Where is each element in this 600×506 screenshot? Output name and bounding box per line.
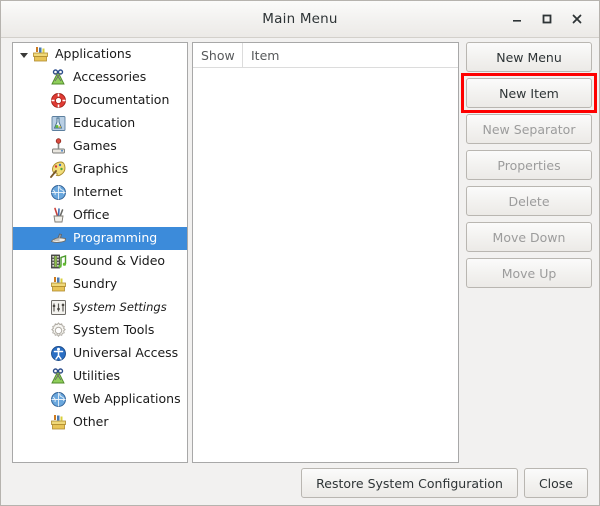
tree-item-web-applications[interactable]: Web Applications (13, 388, 187, 411)
pen-cup-icon (49, 207, 67, 225)
expander-open-icon[interactable] (17, 50, 31, 60)
palette-brush-icon (49, 161, 67, 179)
accessories-icon (49, 368, 67, 386)
item-list-body[interactable] (193, 68, 458, 462)
delete-button-slot: Delete (466, 186, 592, 216)
close-button[interactable] (563, 5, 591, 33)
lifebuoy-icon (49, 92, 67, 110)
tree-item-system-settings[interactable]: System Settings (13, 296, 187, 319)
tree-item-label: Sundry (73, 276, 118, 292)
new-separator-button-slot: New Separator (466, 114, 592, 144)
tree-item-applications[interactable]: Applications (13, 43, 187, 66)
action-button-column: New Menu New Item New Separator Properties D… (461, 42, 597, 294)
toolbox-icon (49, 276, 67, 294)
gear-icon (49, 322, 67, 340)
dialog-button-bar: Restore System Configuration Close (301, 468, 588, 498)
tree-item-label: Utilities (73, 368, 121, 384)
item-list-header: Show Item (193, 43, 458, 68)
tree-item-internet[interactable]: Internet (13, 181, 187, 204)
tree-item-label: Documentation (73, 92, 170, 108)
tree-item-label: Accessories (73, 69, 147, 85)
tree-item-label: Applications (55, 46, 132, 62)
sliders-icon (49, 299, 67, 317)
window-title: Main Menu (262, 11, 338, 27)
move-up-button: Move Up (466, 258, 592, 288)
tree-item-label: Other (73, 414, 109, 430)
tree-item-office[interactable]: Office (13, 204, 187, 227)
item-list-panel[interactable]: Show Item (192, 42, 459, 463)
accessibility-icon (49, 345, 67, 363)
tree-item-label: Universal Access (73, 345, 179, 361)
tree-item-label: Office (73, 207, 110, 223)
tree-item-label: Web Applications (73, 391, 181, 407)
column-header-item[interactable]: Item (243, 43, 458, 67)
flask-icon (49, 115, 67, 133)
window-controls (503, 1, 591, 37)
tree-item-label: Graphics (73, 161, 129, 177)
tree-item-other[interactable]: Other (13, 411, 187, 434)
properties-button: Properties (466, 150, 592, 180)
tree-item-sound-video[interactable]: Sound & Video (13, 250, 187, 273)
title-bar: Main Menu (1, 1, 599, 38)
window-body: Applications Accessories Documentation Educ… (1, 38, 599, 505)
close-dialog-button[interactable]: Close (523, 468, 588, 498)
tree-item-utilities[interactable]: Utilities (13, 365, 187, 388)
new-menu-button[interactable]: New Menu (466, 42, 592, 72)
tree-item-label: System Settings (73, 299, 167, 314)
tree-item-label: Programming (73, 230, 158, 246)
film-music-icon (49, 253, 67, 271)
move-down-button: Move Down (466, 222, 592, 252)
plane-tool-icon (49, 230, 67, 248)
new-item-button-slot: New Item (461, 73, 597, 113)
main-menu-window: Main Menu Applications Accessories Documen… (0, 0, 600, 506)
maximize-button[interactable] (533, 5, 561, 33)
tree-item-label: Sound & Video (73, 253, 166, 269)
globe-icon (49, 391, 67, 409)
tree-item-programming[interactable]: Programming (13, 227, 187, 250)
globe-icon (49, 184, 67, 202)
toolbox-icon (49, 414, 67, 432)
move-down-button-slot: Move Down (466, 222, 592, 252)
column-header-show[interactable]: Show (193, 43, 243, 67)
new-item-button[interactable]: New Item (466, 78, 592, 108)
tree-item-universal-access[interactable]: Universal Access (13, 342, 187, 365)
restore-system-configuration-button[interactable]: Restore System Configuration (301, 468, 518, 498)
properties-button-slot: Properties (466, 150, 592, 180)
category-tree[interactable]: Applications Accessories Documentation Educ… (12, 42, 188, 463)
tree-item-documentation[interactable]: Documentation (13, 89, 187, 112)
toolbox-icon (31, 46, 49, 64)
delete-button: Delete (466, 186, 592, 216)
tree-item-games[interactable]: Games (13, 135, 187, 158)
tree-item-education[interactable]: Education (13, 112, 187, 135)
tree-item-accessories[interactable]: Accessories (13, 66, 187, 89)
minimize-button[interactable] (503, 5, 531, 33)
new-menu-button-slot: New Menu (466, 42, 592, 72)
tree-item-graphics[interactable]: Graphics (13, 158, 187, 181)
tree-item-label: System Tools (73, 322, 155, 338)
tree-item-sundry[interactable]: Sundry (13, 273, 187, 296)
new-separator-button: New Separator (466, 114, 592, 144)
tree-item-label: Education (73, 115, 136, 131)
tree-item-label: Games (73, 138, 117, 154)
tree-item-label: Internet (73, 184, 123, 200)
accessories-icon (49, 69, 67, 87)
tree-item-system-tools[interactable]: System Tools (13, 319, 187, 342)
joystick-icon (49, 138, 67, 156)
move-up-button-slot: Move Up (466, 258, 592, 288)
